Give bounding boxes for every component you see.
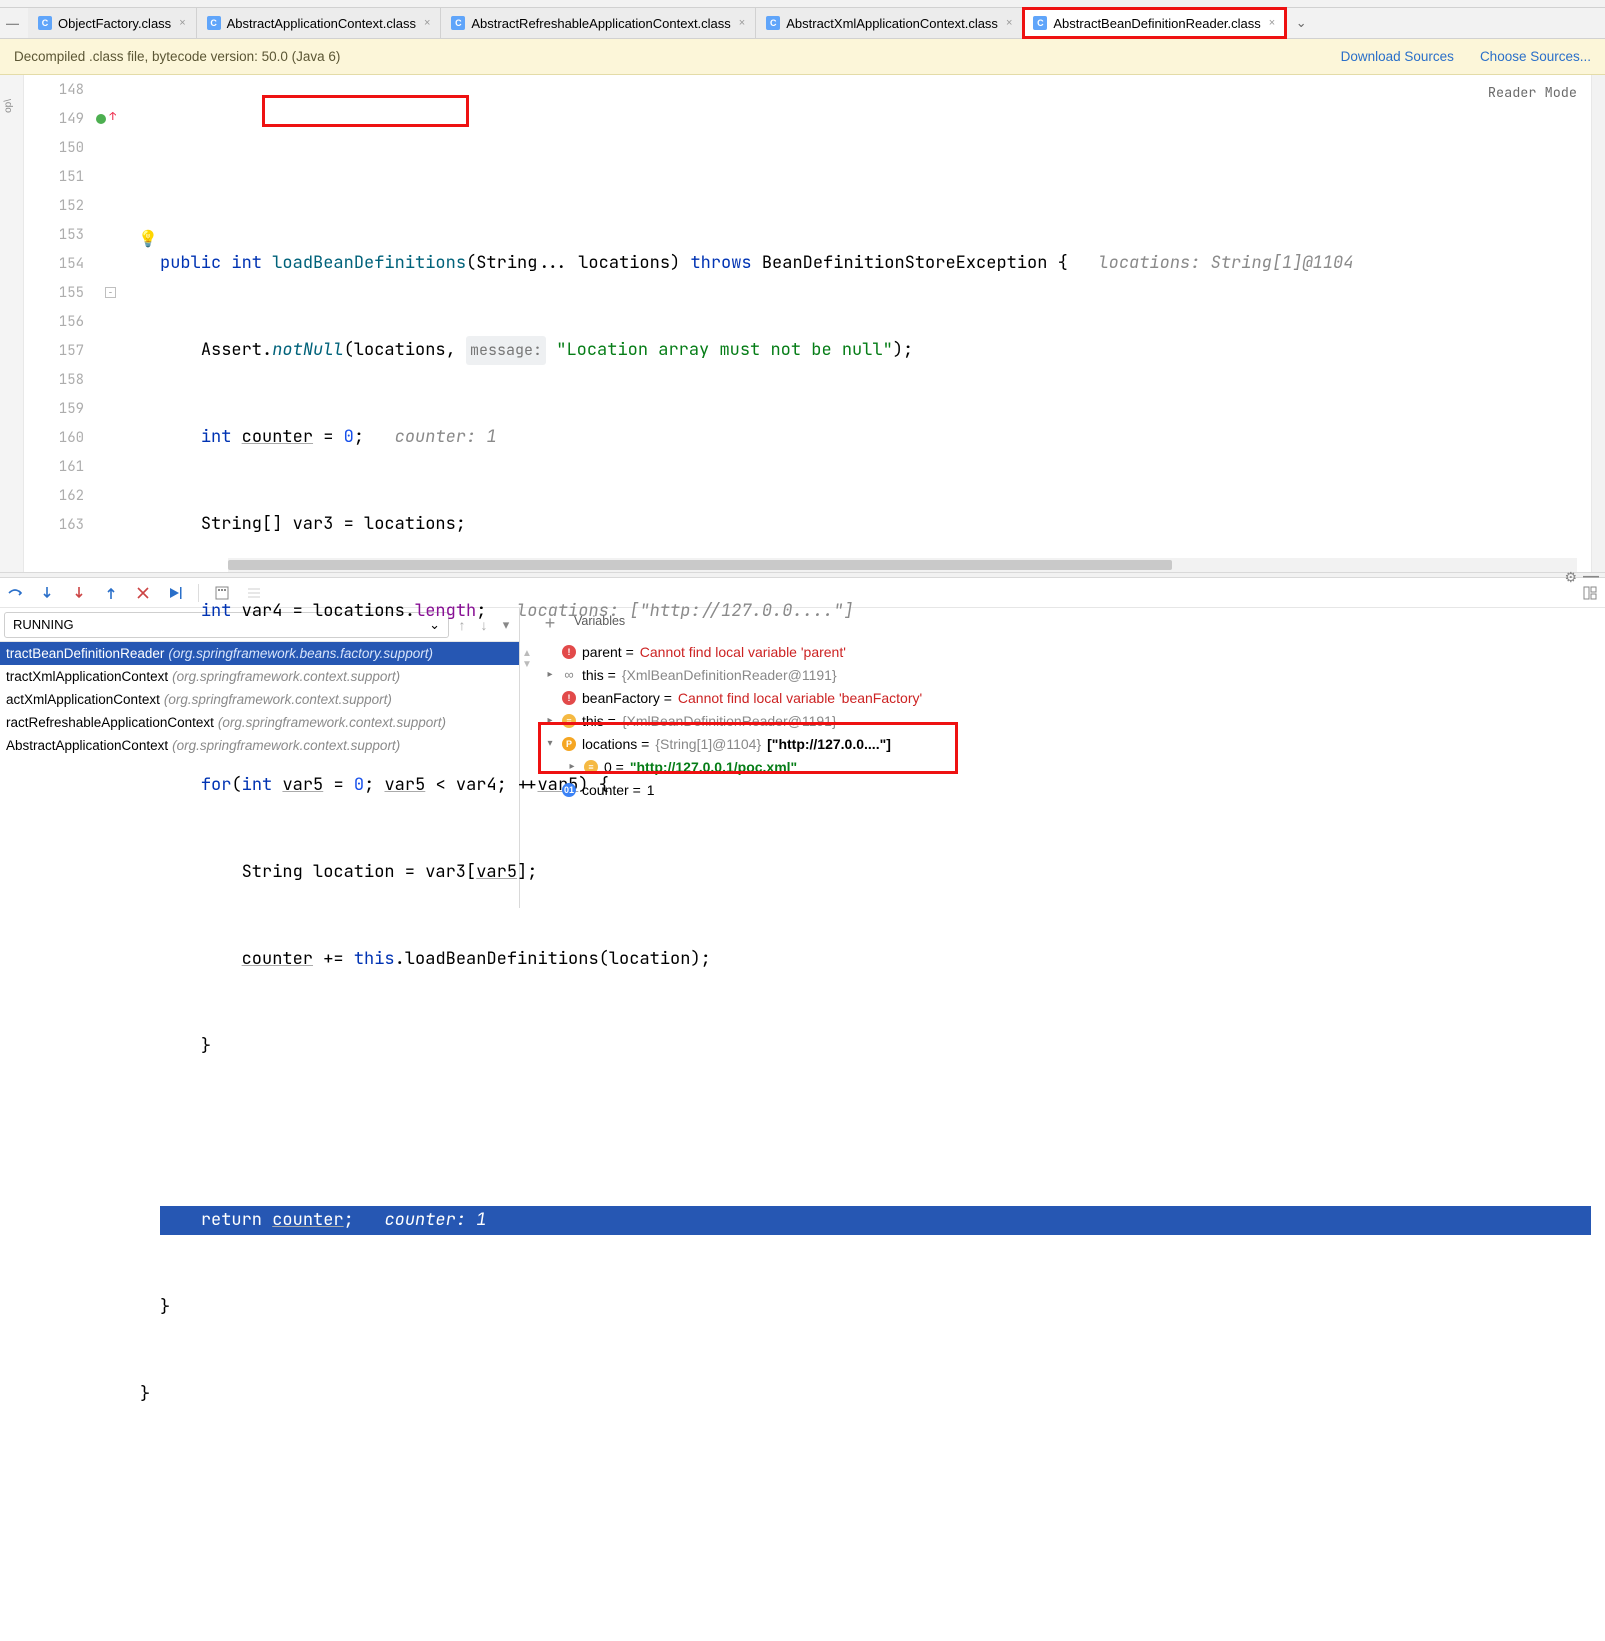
variables-title: Variables bbox=[566, 614, 625, 632]
override-icon[interactable] bbox=[96, 114, 106, 124]
line-number: 160 bbox=[50, 429, 84, 447]
drop-frame-icon[interactable] bbox=[134, 584, 152, 602]
line-number: 158 bbox=[50, 371, 84, 389]
primitive-icon: 01 bbox=[562, 783, 576, 797]
tab-bar: — C ObjectFactory.class × C AbstractAppl… bbox=[0, 8, 1605, 39]
line-number: 157 bbox=[50, 342, 84, 360]
choose-sources-link[interactable]: Choose Sources... bbox=[1480, 49, 1591, 64]
error-icon: ! bbox=[562, 691, 576, 705]
param-icon: P bbox=[562, 737, 576, 751]
object-icon: ∞ bbox=[562, 667, 576, 682]
tab-label: AbstractApplicationContext.class bbox=[227, 16, 416, 31]
step-out-icon[interactable] bbox=[102, 584, 120, 602]
editor: op\ 148 149↑ 150 151 152 153 154 155− 15… bbox=[0, 75, 1605, 572]
collapse-icon[interactable]: ▾ bbox=[544, 738, 556, 749]
line-number: 153 bbox=[50, 226, 84, 244]
gutter: 148 149↑ 150 151 152 153 154 155− 156 15… bbox=[24, 75, 114, 572]
class-file-icon: C bbox=[207, 16, 221, 30]
variables-pane: + Variables !parent = Cannot find local … bbox=[534, 608, 1605, 908]
tab-objectfactory[interactable]: C ObjectFactory.class × bbox=[28, 8, 197, 38]
gear-icon[interactable]: ⚙ bbox=[1564, 569, 1577, 586]
tab-label: AbstractRefreshableApplicationContext.cl… bbox=[471, 16, 730, 31]
line-number: 154 bbox=[50, 255, 84, 273]
line-number: 156 bbox=[50, 313, 84, 331]
close-icon[interactable]: × bbox=[424, 17, 430, 29]
close-icon[interactable]: × bbox=[179, 17, 185, 29]
expand-icon[interactable]: ▸ bbox=[544, 715, 556, 726]
step-over-icon[interactable] bbox=[6, 584, 24, 602]
error-icon: ! bbox=[562, 645, 576, 659]
class-file-icon: C bbox=[766, 16, 780, 30]
line-number: 155 bbox=[50, 284, 84, 302]
line-number: 149 bbox=[50, 110, 84, 128]
banner-text: Decompiled .class file, bytecode version… bbox=[14, 49, 340, 64]
debug-panel-header[interactable]: ⚙ — bbox=[0, 572, 1605, 578]
code-area[interactable]: Reader Mode public int loadBeanDefinitio… bbox=[114, 75, 1591, 572]
close-icon[interactable]: × bbox=[1269, 17, 1275, 29]
force-step-into-icon[interactable] bbox=[70, 584, 88, 602]
decompiled-banner: Decompiled .class file, bytecode version… bbox=[0, 39, 1605, 75]
field-icon: ≡ bbox=[562, 714, 576, 728]
line-number: 159 bbox=[50, 400, 84, 418]
horizontal-scrollbar[interactable] bbox=[228, 558, 1577, 572]
add-watch-icon[interactable]: + bbox=[540, 613, 560, 634]
thread-status: RUNNING bbox=[13, 617, 74, 632]
expand-icon[interactable]: ▸ bbox=[544, 669, 556, 680]
line-number: 163 bbox=[50, 516, 84, 534]
error-stripe[interactable] bbox=[1591, 75, 1605, 572]
tab-abstractapplicationcontext[interactable]: C AbstractApplicationContext.class × bbox=[197, 8, 442, 38]
close-icon[interactable]: × bbox=[1006, 17, 1012, 29]
tab-label: ObjectFactory.class bbox=[58, 16, 171, 31]
left-tool-strip: op\ bbox=[0, 75, 24, 572]
left-strip-label: op\ bbox=[3, 99, 14, 113]
line-number: 161 bbox=[50, 458, 84, 476]
tab-abstractrefreshable[interactable]: C AbstractRefreshableApplicationContext.… bbox=[441, 8, 756, 38]
trace-icon[interactable] bbox=[245, 584, 263, 602]
expand-icon[interactable]: ▸ bbox=[566, 761, 578, 772]
class-file-icon: C bbox=[1033, 16, 1047, 30]
line-number: 152 bbox=[50, 197, 84, 215]
tab-abstractxml[interactable]: C AbstractXmlApplicationContext.class × bbox=[756, 8, 1023, 38]
line-number: 148 bbox=[50, 81, 84, 99]
line-number: 150 bbox=[50, 139, 84, 157]
step-into-icon[interactable] bbox=[38, 584, 56, 602]
class-file-icon: C bbox=[451, 16, 465, 30]
field-icon: ≡ bbox=[584, 760, 598, 774]
variables-tree[interactable]: !parent = Cannot find local variable 'pa… bbox=[534, 638, 1605, 801]
class-file-icon: C bbox=[38, 16, 52, 30]
line-number: 151 bbox=[50, 168, 84, 186]
reader-mode-link[interactable]: Reader Mode bbox=[1488, 79, 1577, 108]
tab-abstractbeandefinitionreader[interactable]: C AbstractBeanDefinitionReader.class × bbox=[1023, 8, 1286, 38]
tab-label: AbstractXmlApplicationContext.class bbox=[786, 16, 998, 31]
tabs-dropdown-icon[interactable]: ⌄ bbox=[1286, 8, 1316, 38]
close-icon[interactable]: × bbox=[739, 17, 745, 29]
collapse-icon[interactable]: — bbox=[6, 16, 19, 31]
download-sources-link[interactable]: Download Sources bbox=[1341, 49, 1454, 64]
highlight-box-method bbox=[262, 95, 469, 127]
minimize-icon[interactable]: — bbox=[1583, 568, 1599, 586]
tab-label: AbstractBeanDefinitionReader.class bbox=[1053, 16, 1260, 31]
line-number: 162 bbox=[50, 487, 84, 505]
